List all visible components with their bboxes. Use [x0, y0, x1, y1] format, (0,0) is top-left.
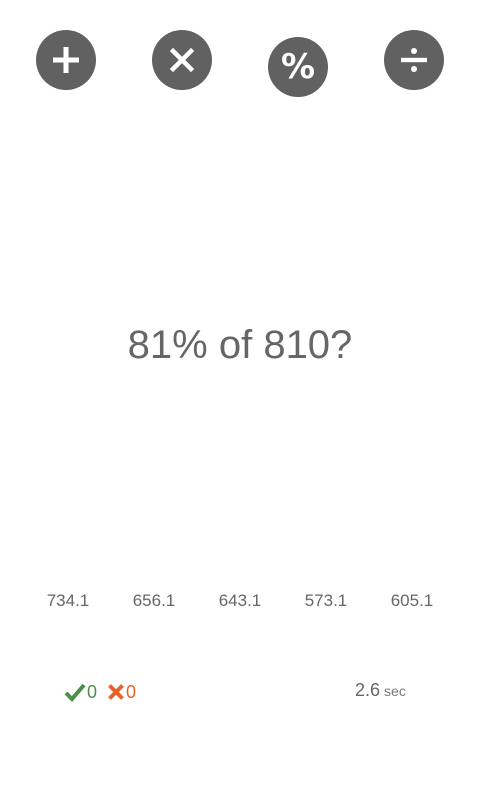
answer-option[interactable]: 643.1 [200, 588, 280, 614]
answer-option[interactable]: 605.1 [372, 588, 452, 614]
score-panel: 0 0 [64, 680, 136, 704]
divide-operation-button[interactable] [384, 30, 444, 90]
divide-icon [401, 48, 427, 72]
answer-option[interactable]: 734.1 [28, 588, 108, 614]
check-icon [64, 683, 86, 702]
multiply-operation-button[interactable] [152, 30, 212, 90]
timer-value: 2.6 [355, 680, 381, 700]
percent-operation-button[interactable]: % [268, 37, 328, 97]
plus-operation-button[interactable] [36, 30, 96, 90]
percent-icon: % [280, 47, 316, 87]
wrong-count: 0 [126, 681, 137, 702]
timer: 2.6 sec [355, 680, 406, 704]
timer-unit: sec [384, 683, 406, 699]
answer-option[interactable]: 573.1 [286, 588, 366, 614]
cross-icon [108, 684, 124, 700]
question-text: 81% of 810? [127, 323, 353, 367]
answer-option[interactable]: 656.1 [114, 588, 194, 614]
answer-options: 734.1 656.1 643.1 573.1 605.1 [0, 588, 480, 614]
correct-count: 0 [87, 681, 98, 702]
times-icon [169, 47, 195, 73]
plus-icon [53, 47, 79, 73]
